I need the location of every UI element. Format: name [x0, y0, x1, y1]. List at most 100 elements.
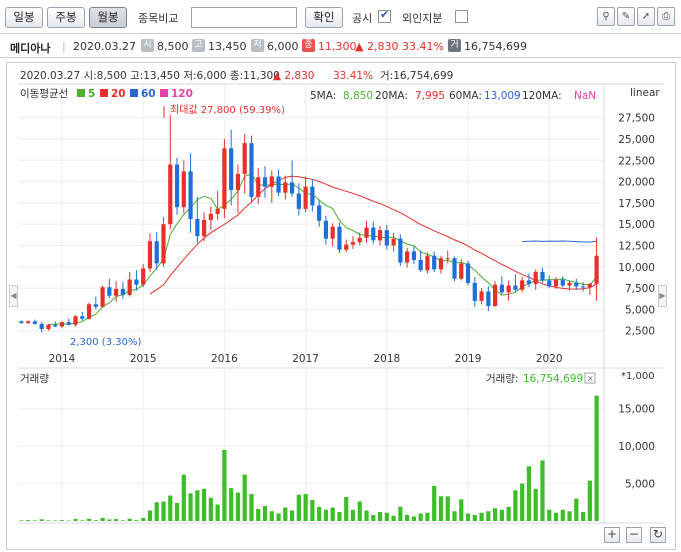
candle-body: [114, 288, 119, 296]
candle-body: [93, 304, 98, 307]
volume-bar: [46, 520, 51, 521]
volume-bar: [384, 512, 389, 521]
candle-body: [269, 176, 274, 187]
volume-bar: [283, 507, 288, 521]
y-tick-label: 15,000: [618, 219, 655, 231]
candle-body: [317, 205, 322, 221]
volume-bar: [256, 509, 261, 521]
candle-body: [222, 148, 227, 209]
ma5-value-label: 5MA:: [310, 90, 336, 102]
candle-body: [289, 182, 295, 194]
volume-bar: [107, 519, 112, 521]
candle-body: [493, 284, 498, 306]
candle-body: [377, 230, 383, 241]
moving-average-lines: [48, 173, 597, 325]
volume-bar: [262, 506, 268, 521]
refresh-icon[interactable]: ↻: [650, 527, 666, 543]
volume-bar: [168, 495, 173, 521]
volume-bar: [513, 490, 518, 521]
zoom-out-icon[interactable]: −: [626, 527, 642, 543]
zoom-in-icon[interactable]: +: [604, 527, 620, 543]
candle-body: [438, 258, 444, 270]
candle-body: [486, 291, 491, 306]
volume-bar: [154, 502, 159, 521]
volume-bar: [276, 513, 281, 521]
volume-bar: [86, 518, 92, 521]
x-tick-label: 2020: [536, 353, 563, 365]
volume-bar: [310, 500, 315, 521]
candle-body: [147, 241, 153, 269]
candle-body: [127, 279, 132, 295]
volume-bar: [317, 506, 322, 521]
volume-bar: [452, 511, 457, 521]
candle-body: [215, 208, 220, 214]
scale-type[interactable]: linear: [630, 87, 660, 99]
candle-body: [499, 284, 504, 293]
ma120-swatch: [160, 89, 168, 97]
volume-bar: [405, 515, 410, 521]
ma120-value-label: 120MA:: [522, 90, 562, 102]
volume-bar: [174, 503, 180, 521]
x-tick-label: 2015: [130, 353, 157, 365]
volume-bar: [337, 512, 342, 521]
x-tick-label: 2018: [373, 353, 400, 365]
candle-body: [120, 288, 125, 295]
volume-bar: [59, 520, 65, 521]
candle-body: [459, 263, 464, 279]
volume-bar: [479, 512, 484, 521]
candle-body: [310, 186, 315, 206]
candle-body: [587, 283, 592, 288]
candle-body: [357, 237, 362, 243]
y-tick-label: 10,000: [618, 262, 655, 274]
candle-body: [53, 324, 58, 327]
candle-body: [195, 219, 200, 237]
candle-body: [574, 282, 579, 287]
volume-bar: [181, 474, 186, 521]
volume-bar: [465, 513, 471, 521]
volume-bar: [188, 493, 193, 521]
ma60-swatch: [130, 89, 138, 97]
volume-title: 거래량: [20, 373, 49, 385]
header-change: ▲ 2,830: [273, 70, 314, 82]
candle-body: [229, 148, 234, 191]
ma120-label: 120: [171, 88, 193, 100]
volume-bar: [472, 515, 477, 521]
volume-bar: [19, 520, 24, 521]
candle-body: [540, 271, 545, 281]
candle-body: [161, 224, 166, 264]
volume-bar: [344, 497, 349, 521]
x-tick-label: 2019: [455, 353, 482, 365]
candle-body: [384, 230, 389, 246]
y-tick-label: 7,500: [625, 283, 655, 295]
volume-bar: [350, 509, 356, 521]
candle-body: [506, 285, 511, 293]
ma20-value: 7,995: [415, 90, 445, 102]
candle-body: [66, 322, 71, 325]
volume-bar: [560, 509, 565, 521]
candle-body: [418, 259, 423, 271]
y-tick-label: 22,500: [618, 155, 655, 167]
candle-body: [26, 321, 31, 324]
ma60-value: 13,009: [484, 90, 521, 102]
candle-body: [46, 324, 51, 329]
candle-body: [465, 263, 471, 283]
volume-y-axis-ticks: 15,000 10,000 5,000: [618, 404, 655, 491]
volume-bar: [26, 520, 31, 521]
volume-close-glyph: ×: [587, 374, 594, 383]
volume-bar: [445, 496, 450, 521]
candle-body: [80, 316, 85, 319]
volume-y-tick-label: 15,000: [618, 404, 655, 416]
volume-bar: [432, 485, 437, 521]
candle-body: [432, 255, 437, 270]
volume-bar: [398, 506, 403, 521]
candle-body: [276, 176, 281, 193]
volume-bar: [249, 494, 254, 521]
candle-body: [567, 282, 572, 286]
min-label: 2,300 (3.30%): [70, 337, 141, 348]
volume-bar: [215, 504, 220, 521]
volume-bar: [39, 519, 44, 521]
candle-body: [262, 177, 268, 187]
volume-bar: [371, 515, 376, 521]
grid-lines: [18, 117, 604, 485]
volume-y-tick-label: 10,000: [618, 441, 655, 453]
